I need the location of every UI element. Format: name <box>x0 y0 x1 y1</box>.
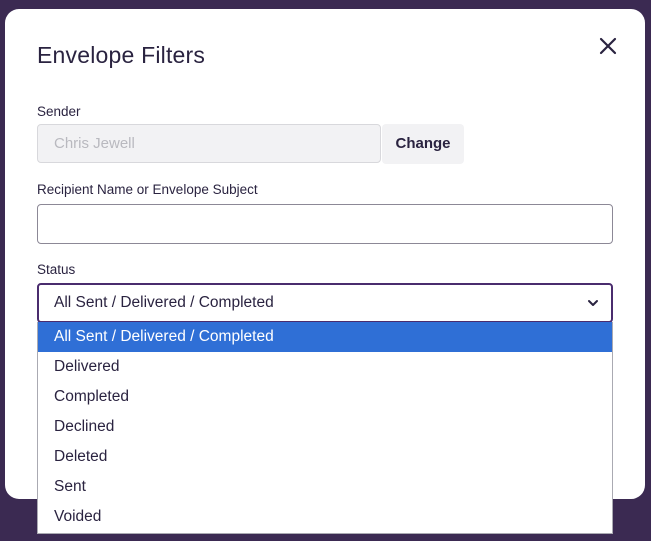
close-button[interactable] <box>595 33 621 59</box>
status-option-sent[interactable]: Sent <box>38 472 612 502</box>
recipient-label: Recipient Name or Envelope Subject <box>37 182 258 197</box>
dialog-title: Envelope Filters <box>37 42 206 68</box>
change-sender-button[interactable]: Change <box>382 124 464 164</box>
status-option-declined[interactable]: Declined <box>38 412 612 442</box>
sender-field: Chris Jewell <box>37 124 381 163</box>
status-option-completed[interactable]: Completed <box>38 382 612 412</box>
sender-label: Sender <box>37 104 81 119</box>
status-option-delivered[interactable]: Delivered <box>38 352 612 382</box>
close-icon <box>599 37 617 55</box>
chevron-down-icon <box>587 297 599 309</box>
status-option-deleted[interactable]: Deleted <box>38 442 612 472</box>
status-option-voided[interactable]: Voided <box>38 502 612 532</box>
status-select[interactable]: All Sent / Delivered / Completed <box>37 283 613 323</box>
recipient-search-input[interactable] <box>37 204 613 244</box>
status-selected-value: All Sent / Delivered / Completed <box>54 294 274 311</box>
status-label: Status <box>37 262 76 277</box>
status-dropdown-list: All Sent / Delivered / Completed Deliver… <box>37 322 613 534</box>
status-option-all[interactable]: All Sent / Delivered / Completed <box>38 322 612 352</box>
